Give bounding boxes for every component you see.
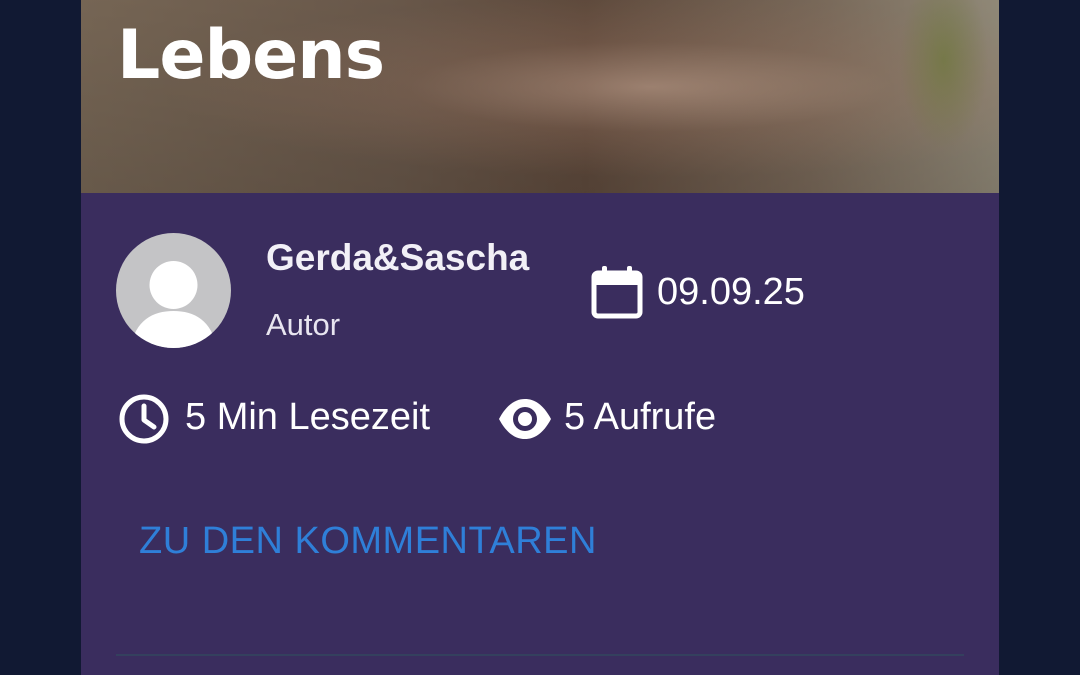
eye-icon	[499, 399, 551, 439]
avatar[interactable]	[116, 233, 231, 348]
clock-icon	[119, 394, 169, 444]
post-meta: 5 Min Lesezeit 5 Aufrufe	[118, 391, 918, 447]
post-date: 09.09.25	[657, 271, 805, 313]
post-title: Lebens	[117, 16, 385, 95]
post-card: Lebens Gerda&Sascha Autor 09.09.25 5 Min…	[81, 0, 999, 675]
author-block: Gerda&Sascha Autor 09.09.25	[116, 233, 966, 349]
view-count: 5 Aufrufe	[564, 396, 717, 438]
author-name[interactable]: Gerda&Sascha	[266, 237, 529, 279]
author-role: Autor	[266, 307, 341, 342]
hero-image: Lebens	[81, 0, 999, 193]
divider	[116, 654, 964, 656]
user-placeholder-icon	[130, 261, 217, 348]
read-time: 5 Min Lesezeit	[185, 396, 431, 438]
comments-link[interactable]: ZU DEN KOMMENTAREN	[139, 520, 597, 563]
calendar-icon	[591, 266, 643, 319]
